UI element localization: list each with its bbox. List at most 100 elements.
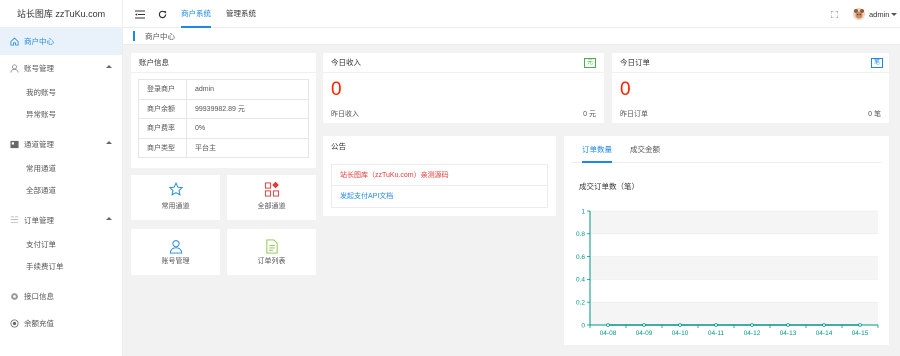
y-tick-label: 0.6 (576, 254, 585, 261)
account-info-title: 账户信息 (139, 58, 169, 67)
x-tick-label: 04-08 (600, 330, 617, 337)
breadcrumb-current[interactable]: 商户中心 (145, 28, 175, 45)
y-tick-label: 1 (581, 208, 585, 215)
username: admin (869, 9, 890, 19)
unit-badge: 笔 (870, 58, 883, 68)
sidebar-item-label: 订单管理 (24, 216, 54, 225)
breadcrumb-marker (133, 31, 135, 41)
sidebar-item-1[interactable]: 账号管理 (0, 55, 122, 82)
menu-toggle-icon[interactable] (133, 0, 147, 28)
brand-logo[interactable]: 站长图库 zzTuKu.com (0, 0, 122, 28)
chevron-up-icon[interactable] (106, 141, 112, 144)
account-row: 商户类型 平台主 (138, 137, 309, 158)
avatar (853, 8, 865, 20)
account-value: admin (186, 79, 309, 100)
notice-link[interactable]: 发起支付API文档 (340, 193, 393, 200)
account-value: 平台主 (186, 137, 309, 158)
data-point (642, 323, 646, 327)
account-value: 99939982.89 元 (186, 98, 309, 119)
tab-merchant-system[interactable]: 商户系统 (181, 0, 211, 28)
today-orders-title: 今日订单 (620, 58, 650, 67)
today-income-card: 今日收入 元 0 昨日收入 0 元 (323, 53, 604, 123)
data-point (822, 323, 826, 327)
account-key: 商户类型 (138, 137, 187, 158)
today-orders-card: 今日订单 笔 0 昨日订单 0 笔 (612, 53, 889, 123)
x-tick-label: 04-11 (708, 330, 725, 337)
data-point (858, 323, 862, 327)
y-tick-label: 0.8 (576, 231, 585, 238)
yesterday-orders-label: 昨日订单 (620, 111, 648, 118)
yesterday-income-label: 昨日收入 (331, 111, 359, 118)
account-row: 登录商户 admin (138, 79, 309, 100)
y-tick-label: 0.4 (576, 277, 585, 284)
breadcrumb: 商户中心 (123, 28, 900, 45)
account-key: 登录商户 (138, 79, 187, 100)
shortcut-all-channels[interactable]: 全部通道 (227, 175, 316, 220)
sidebar-subitem-label: 全部通道 (26, 185, 56, 195)
chevron-up-icon[interactable] (106, 65, 112, 68)
grid-band (590, 302, 878, 325)
channel-icon (9, 140, 19, 150)
x-tick-label: 04-15 (852, 330, 869, 337)
sidebar-subitem[interactable]: 手续费订单 (0, 256, 122, 278)
yesterday-orders-value: 0 笔 (868, 111, 881, 118)
sidebar-subitem-label: 手续费订单 (26, 261, 64, 271)
data-point (750, 323, 754, 327)
account-row: 商户余额 99939982.89 元 (138, 98, 309, 119)
x-tick-label: 04-10 (672, 330, 689, 337)
data-point (606, 323, 610, 327)
shortcut-common-channels[interactable]: 常用通道 (131, 175, 220, 220)
sidebar-item-5[interactable]: 余额充值 (0, 310, 122, 337)
y-tick-label: 0 (581, 322, 585, 329)
fullscreen-icon[interactable] (828, 0, 840, 28)
yesterday-income-value: 0 元 (583, 111, 596, 118)
user-menu[interactable]: admin (853, 0, 900, 28)
account-key: 商户费率 (138, 118, 187, 139)
sidebar-item-3[interactable]: 订单管理 (0, 207, 122, 234)
order-count-chart: 0 0.2 0.4 0.6 0.8 1 04-08 04-09 04-10 04-11 04-12 0… (576, 208, 879, 337)
sidebar-item-0[interactable]: 商户中心 (0, 28, 122, 55)
notice-link[interactable]: 站长图库（zzTuKu.com）亲测源码 (340, 172, 449, 179)
account-key: 商户余额 (138, 98, 187, 119)
sidebar: 站长图库 zzTuKu.com 商户中心账号管理我的账号异常账号通道管理常用通道… (0, 0, 123, 356)
today-income-value: 0 (331, 79, 342, 100)
x-tick-label: 04-14 (816, 330, 833, 337)
sidebar-item-label: 商户中心 (24, 37, 54, 46)
home-icon (9, 37, 19, 47)
notice-title: 公告 (331, 142, 346, 151)
shortcut-label: 订单列表 (257, 258, 286, 265)
account-info-table: 登录商户 admin 商户余额 99939982.89 元商户费率 0% 商户类型 平台主 (138, 79, 309, 158)
chevron-down-icon (891, 12, 898, 16)
sidebar-item-label: 余额充值 (24, 319, 54, 328)
user-icon (9, 64, 19, 74)
sidebar-item-2[interactable]: 通道管理 (0, 131, 122, 158)
shortcut-label: 常用通道 (161, 203, 190, 210)
recharge-icon (9, 319, 19, 329)
today-income-title: 今日收入 (331, 58, 361, 67)
grid-icon (264, 182, 279, 197)
grid-band (590, 211, 878, 234)
sidebar-item-label: 通道管理 (24, 140, 54, 149)
tab-admin-system[interactable]: 管理系统 (226, 0, 256, 28)
refresh-icon[interactable] (156, 0, 168, 28)
x-tick-label: 04-09 (636, 330, 653, 337)
chevron-up-icon[interactable] (106, 217, 112, 220)
sidebar-item-label: 接口信息 (24, 292, 54, 301)
sidebar-subitem[interactable]: 常用通道 (0, 158, 122, 180)
shortcut-order-list[interactable]: 订单列表 (227, 229, 316, 275)
sidebar-nav: 商户中心账号管理我的账号异常账号通道管理常用通道全部通道订单管理支付订单手续费订… (0, 28, 122, 337)
y-tick-label: 0.2 (576, 300, 585, 307)
settings-icon (9, 292, 19, 302)
sidebar-subitem[interactable]: 全部通道 (0, 180, 122, 202)
sidebar-subitem-label: 我的账号 (26, 88, 56, 98)
notice-item[interactable]: 发起支付API文档 (332, 186, 547, 207)
sidebar-item-4[interactable]: 接口信息 (0, 283, 122, 310)
sidebar-subitem[interactable]: 支付订单 (0, 234, 122, 256)
shortcut-account-management[interactable]: 账号管理 (131, 229, 220, 275)
sidebar-subitem[interactable]: 我的账号 (0, 82, 122, 104)
notice-card: 公告 站长图库（zzTuKu.com）亲测源码 发起支付API文档 (323, 136, 556, 216)
sidebar-subitem[interactable]: 异常账号 (0, 104, 122, 126)
notice-item[interactable]: 站长图库（zzTuKu.com）亲测源码 (332, 165, 547, 186)
grid-band (590, 256, 878, 280)
list-icon (265, 239, 278, 254)
